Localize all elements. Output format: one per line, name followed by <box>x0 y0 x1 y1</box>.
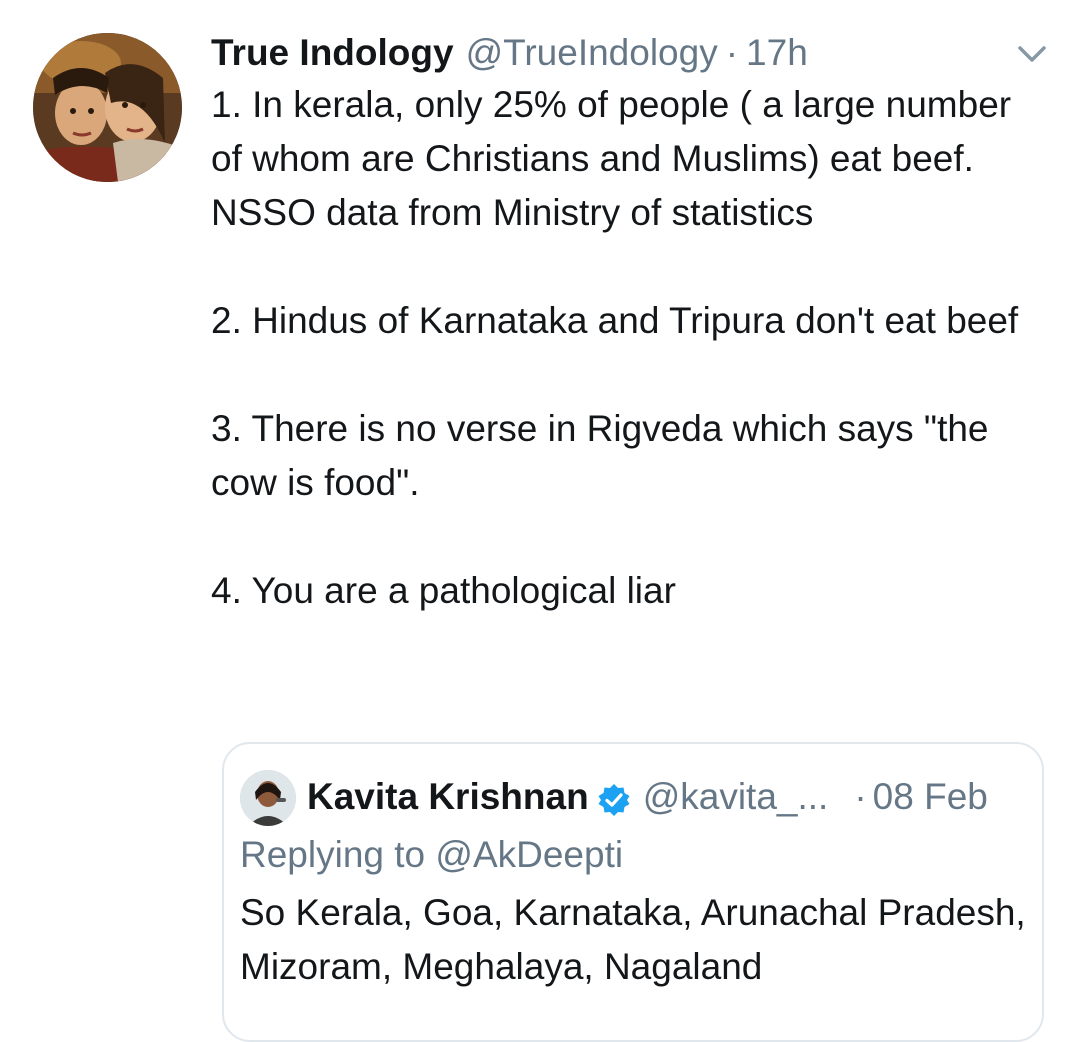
tweet[interactable]: True Indology @TrueIndology · 17h 1. In … <box>0 0 1080 1042</box>
author-name[interactable]: True Indology <box>211 28 454 78</box>
quoted-author-avatar <box>240 770 296 826</box>
chevron-down-icon[interactable] <box>1016 42 1048 66</box>
tweet-timestamp[interactable]: 17h <box>746 28 808 78</box>
tweet-body: 1. In kerala, only 25% of people ( a lar… <box>211 78 1051 618</box>
tweet-paragraph: 3. There is no verse in Rigveda which sa… <box>211 408 989 503</box>
replying-to-label[interactable]: Replying to @AkDeepti <box>240 828 623 882</box>
author-avatar[interactable] <box>33 33 182 182</box>
tweet-paragraph: 4. You are a pathological liar <box>211 570 676 611</box>
avatar-painting-image <box>33 33 182 182</box>
quoted-author-handle[interactable]: @kavita_... <box>643 772 829 822</box>
quoted-tweet-timestamp[interactable]: 08 Feb <box>873 772 988 822</box>
tweet-paragraph: 2. Hindus of Karnataka and Tripura don't… <box>211 300 1019 341</box>
quoted-tweet[interactable]: Kavita Krishnan @kavita_... · 08 Feb Rep… <box>222 742 1044 1042</box>
header-separator: · <box>725 32 739 73</box>
quoted-header-separator: · <box>854 776 867 817</box>
quoted-tweet-body: So Kerala, Goa, Karnataka, Arunachal Pra… <box>240 892 1026 987</box>
author-handle[interactable]: @TrueIndology <box>466 28 718 78</box>
quoted-author-name[interactable]: Kavita Krishnan <box>307 772 589 822</box>
quoted-tweet-header: Kavita Krishnan @kavita_... · 08 Feb <box>307 772 988 822</box>
tweet-paragraph: 1. In kerala, only 25% of people ( a lar… <box>211 84 1012 233</box>
tweet-header: True Indology @TrueIndology · 17h <box>211 28 808 78</box>
verified-badge-icon <box>597 780 631 816</box>
